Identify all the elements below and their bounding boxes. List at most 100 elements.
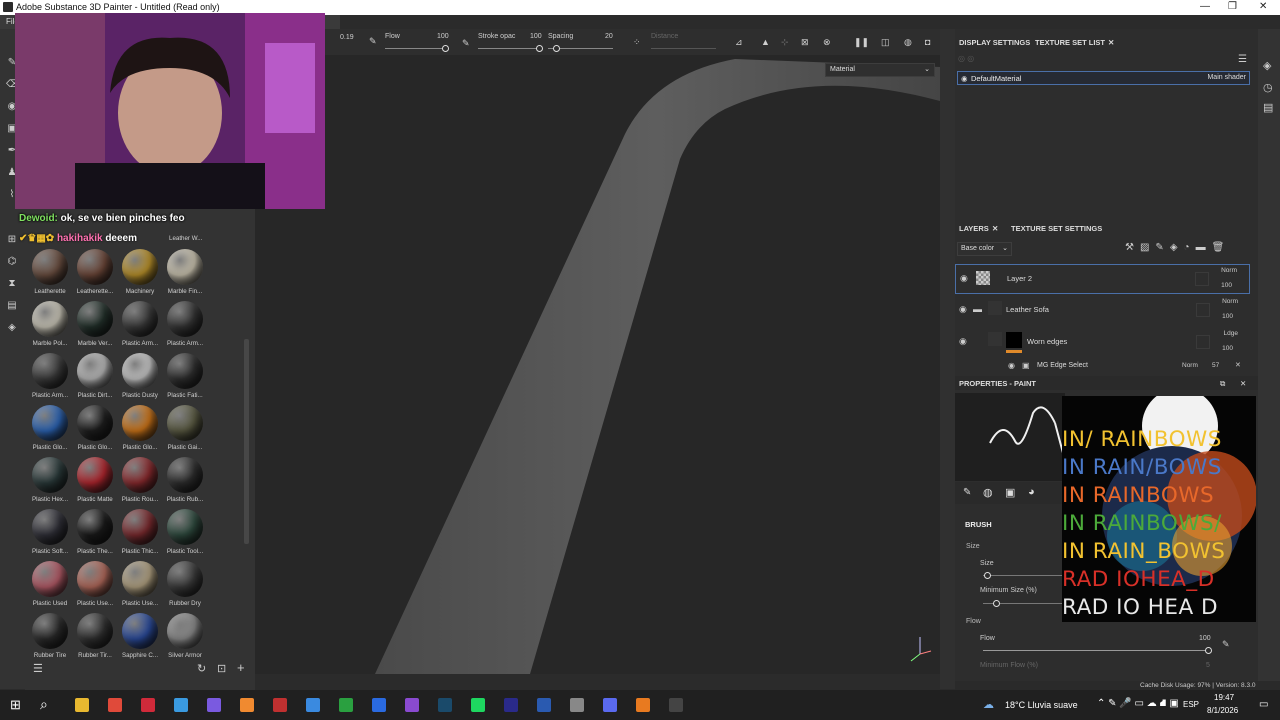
3d-viewport[interactable] xyxy=(255,29,940,674)
stroke-pen-icon[interactable]: ✎ xyxy=(462,38,470,49)
notifications-icon[interactable]: ▭ xyxy=(1259,699,1268,710)
layers-dock-icon[interactable]: ◈ xyxy=(1263,59,1271,72)
visibility-toggle-icon[interactable]: ◎ ◎ xyxy=(958,54,974,63)
flow-slider-track[interactable] xyxy=(385,48,445,49)
add-icon[interactable]: + xyxy=(237,660,245,675)
close-button[interactable]: ✕ xyxy=(1259,1,1267,12)
add-effect-icon[interactable]: ⚒ xyxy=(1125,242,1140,253)
material-tile[interactable]: Plastic Used xyxy=(27,561,73,607)
close-icon[interactable]: ✕ xyxy=(992,224,998,233)
history-dock-icon[interactable]: ◷ xyxy=(1263,81,1273,94)
layer-opacity[interactable]: 100 xyxy=(1221,282,1232,289)
tab-display-settings[interactable]: DISPLAY SETTINGS xyxy=(959,38,1030,47)
history-icon[interactable]: ⧗ xyxy=(6,278,18,290)
split-view-icon[interactable]: ◫ xyxy=(881,37,890,48)
flow-slider-handle[interactable] xyxy=(442,45,449,52)
photos-icon[interactable] xyxy=(306,698,320,712)
material-tile[interactable]: Plastic Rub... xyxy=(162,457,208,503)
material-tile[interactable]: Plastic Fati... xyxy=(162,353,208,399)
layer-row[interactable]: ◉ Worn edges Ldge 100 xyxy=(955,328,1250,358)
layer-name[interactable]: Worn edges xyxy=(1027,337,1067,346)
export-icon[interactable]: ▤ xyxy=(6,300,18,312)
size-slider-handle[interactable] xyxy=(984,572,991,579)
browser-icon[interactable] xyxy=(207,698,221,712)
popout-icon[interactable]: ⧉ xyxy=(1220,379,1225,389)
add-mask-icon[interactable]: ▨ xyxy=(1140,242,1155,253)
distance-slider-track[interactable] xyxy=(651,48,716,49)
size-slider-track[interactable] xyxy=(983,575,1063,576)
material-tile[interactable]: Marble Fin... xyxy=(162,249,208,295)
grid-icon[interactable]: ⊗ xyxy=(823,37,831,48)
material-tile[interactable]: Plastic Arm... xyxy=(117,301,163,347)
material-tile[interactable]: Plastic Use... xyxy=(72,561,118,607)
add-fill-layer-icon[interactable]: ◈ xyxy=(1170,242,1184,253)
weather-text[interactable]: 18°C Lluvia suave xyxy=(1005,700,1078,710)
viewport-divider[interactable] xyxy=(940,29,955,689)
size-pen-icon[interactable]: ✎ xyxy=(369,36,377,47)
eye-icon[interactable]: ◉ xyxy=(961,74,968,83)
layer-name[interactable]: Leather Sofa xyxy=(1006,305,1049,314)
search-icon[interactable]: ⌕ xyxy=(40,696,48,713)
eye-icon[interactable]: ◉ xyxy=(959,304,967,315)
material-tile[interactable]: Leatherette xyxy=(27,249,73,295)
language-indicator[interactable]: ESP xyxy=(1183,700,1199,709)
layer-blend[interactable]: Norm xyxy=(1221,267,1237,274)
material-tile[interactable]: Plastic Glo... xyxy=(27,405,73,451)
log-dock-icon[interactable]: ▤ xyxy=(1263,101,1273,114)
material-tile[interactable]: Plastic Tool... xyxy=(162,509,208,555)
opera-icon[interactable] xyxy=(141,698,155,712)
min-flow-value[interactable]: 5 xyxy=(1206,662,1210,669)
material-tile[interactable]: Plastic Rou... xyxy=(117,457,163,503)
mask-slot[interactable] xyxy=(1196,335,1210,349)
material-mode-dropdown[interactable]: Material ⌄ xyxy=(825,63,935,77)
blender-icon[interactable] xyxy=(636,698,650,712)
close-icon[interactable]: ✕ xyxy=(1108,38,1114,47)
material-tile[interactable]: Plastic Hex... xyxy=(27,457,73,503)
alpha-tab-icon[interactable]: ◍ xyxy=(983,486,993,499)
text-tool-icon[interactable]: ⌬ xyxy=(6,256,18,268)
material-tile[interactable]: Plastic Dusty xyxy=(117,353,163,399)
flow-prop-value[interactable]: 100 xyxy=(1199,635,1211,642)
lazy-mouse-icon[interactable]: ⁘ xyxy=(633,37,641,48)
material-tile[interactable]: Machinery xyxy=(117,249,163,295)
effect-opacity[interactable]: 57 xyxy=(1212,362,1219,369)
pen-pressure-icon[interactable]: ✎ xyxy=(1222,639,1230,650)
material-tile[interactable]: Silver Armor xyxy=(162,613,208,659)
texture-set-item[interactable]: ◉ DefaultMaterial Main shader xyxy=(957,71,1250,85)
maximize-button[interactable]: ❐ xyxy=(1228,1,1237,12)
file-explorer-icon[interactable] xyxy=(75,698,89,712)
bake-icon[interactable]: ⊞ xyxy=(6,234,18,246)
menu-icon[interactable]: ☰ xyxy=(1238,54,1247,65)
import-icon[interactable]: ⊡ xyxy=(217,662,226,675)
edge-icon[interactable] xyxy=(174,698,188,712)
min-size-slider-handle[interactable] xyxy=(993,600,1000,607)
stencil-tab-icon[interactable]: ▣ xyxy=(1005,486,1015,499)
layer-opacity[interactable]: 100 xyxy=(1222,313,1233,320)
render-icon[interactable]: ◍ xyxy=(904,37,912,48)
material-tile[interactable]: Plastic Glo... xyxy=(72,405,118,451)
spacing-value[interactable]: 20 xyxy=(605,33,613,40)
layer-opacity[interactable]: 100 xyxy=(1222,345,1233,352)
eye-icon[interactable]: ◉ xyxy=(959,336,967,347)
mask-slot[interactable] xyxy=(1195,272,1209,286)
shelf-icon[interactable]: ◈ xyxy=(6,322,18,334)
add-folder-icon[interactable]: ▬ xyxy=(1196,242,1212,253)
effect-row[interactable]: ◉ ▣ MG Edge Select Norm 57 ✕ xyxy=(955,360,1250,372)
tab-texture-set-list[interactable]: TEXTURE SET LIST xyxy=(1035,38,1105,47)
discord-icon[interactable] xyxy=(603,698,617,712)
system-tray-icons[interactable]: ⌃ ✎ 🎤 ▭ ☁ ⛘ ▣ xyxy=(1097,698,1179,711)
close-icon[interactable]: ✕ xyxy=(1235,361,1241,369)
eye-icon[interactable]: ◉ xyxy=(1008,361,1015,370)
tab-layers[interactable]: LAYERS xyxy=(959,224,989,233)
layer-row[interactable]: ◉ Layer 2 Norm 100 xyxy=(955,264,1250,294)
word-icon[interactable] xyxy=(537,698,551,712)
spotify-icon[interactable] xyxy=(471,698,485,712)
start-icon[interactable]: ⊞ xyxy=(10,697,21,713)
size-value[interactable]: 0.19 xyxy=(340,34,354,41)
material-tile[interactable]: Plastic Gai... xyxy=(162,405,208,451)
settings-icon[interactable] xyxy=(570,698,584,712)
effect-blend[interactable]: Norm xyxy=(1182,362,1198,369)
shader-label[interactable]: Main shader xyxy=(1207,74,1246,81)
stroke-slider-handle[interactable] xyxy=(536,45,543,52)
material-tile[interactable]: Marble Pol... xyxy=(27,301,73,347)
